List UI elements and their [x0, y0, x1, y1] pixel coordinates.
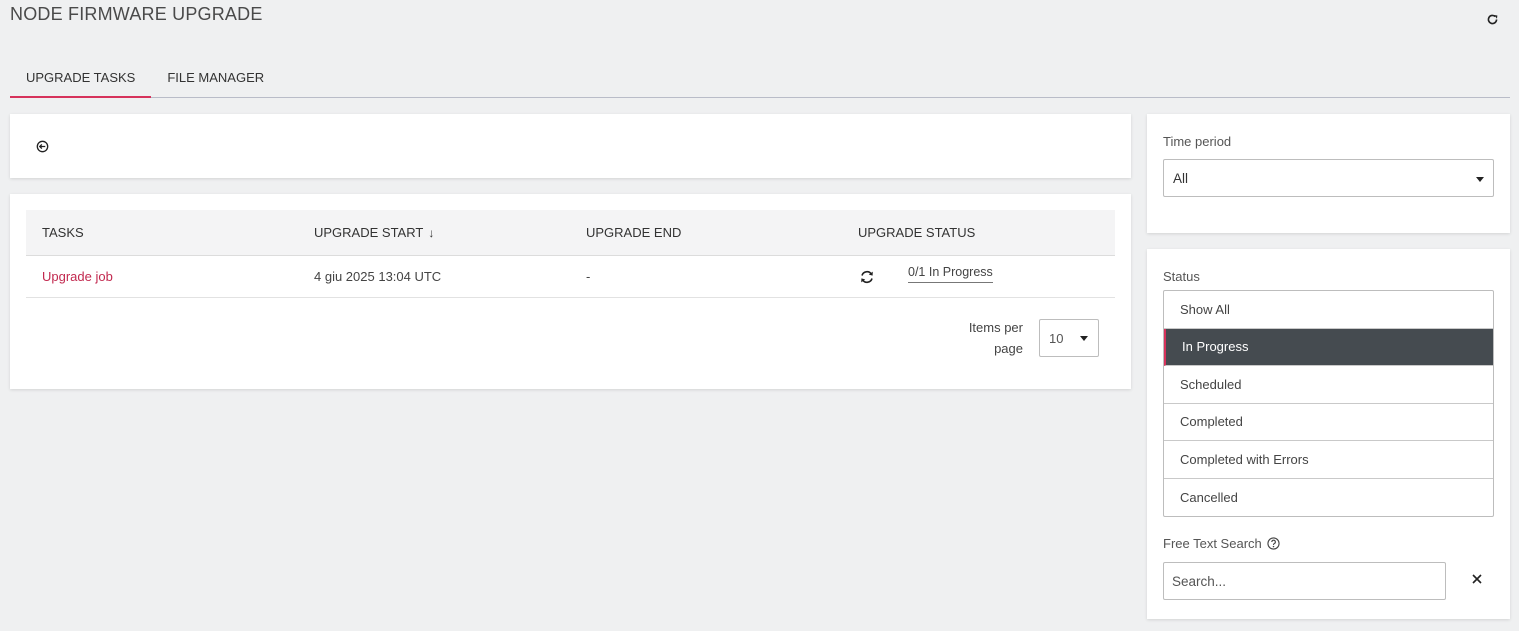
upgrade-status-text[interactable]: 0/1 In Progress [908, 265, 993, 283]
column-header-label: UPGRADE START [314, 224, 424, 240]
table-row: Upgrade job 4 giu 2025 13:04 UTC - 0/1 I… [26, 256, 1115, 298]
items-per-page-select[interactable]: 10 [1039, 319, 1099, 357]
column-header-upgrade-start[interactable]: UPGRADE START ↓ [298, 210, 570, 255]
items-per-page-label: Items per page [953, 317, 1023, 359]
items-per-page-value: 10 [1049, 330, 1064, 346]
collapse-icon [36, 140, 48, 152]
status-option-completed[interactable]: Completed [1164, 404, 1493, 441]
column-header-tasks[interactable]: TASKS [26, 210, 298, 255]
help-circle-icon[interactable] [1267, 537, 1281, 551]
time-period-value: All [1173, 170, 1189, 186]
task-link[interactable]: Upgrade job [42, 269, 113, 284]
pagination: Items per page 10 [953, 317, 1099, 359]
page-title: NODE FIRMWARE UPGRADE [10, 4, 263, 24]
refresh-button[interactable] [1484, 11, 1500, 27]
clear-search-button[interactable] [1469, 571, 1485, 587]
search-input[interactable] [1163, 562, 1446, 600]
search-label: Free Text Search [1163, 536, 1262, 551]
tasks-table-panel: TASKS UPGRADE START ↓ UPGRADE END UPGRAD… [10, 194, 1131, 389]
tasks-table: TASKS UPGRADE START ↓ UPGRADE END UPGRAD… [26, 210, 1115, 298]
upgrade-end-cell: - [586, 269, 591, 284]
collapse-button[interactable] [34, 138, 50, 154]
status-option-in-progress[interactable]: In Progress [1164, 328, 1493, 366]
status-label: Status [1163, 269, 1200, 284]
status-list: Show All In Progress Scheduled Completed… [1163, 290, 1494, 517]
column-header-upgrade-end[interactable]: UPGRADE END [570, 210, 842, 255]
status-option-cancelled[interactable]: Cancelled [1164, 479, 1493, 517]
tab-bar: UPGRADE TASKS FILE MANAGER [10, 60, 1510, 98]
items-per-page-label-line2: page [994, 341, 1023, 356]
time-period-panel: Time period All [1147, 114, 1510, 233]
sort-down-icon: ↓ [428, 225, 435, 240]
status-filter-panel: Status Show All In Progress Scheduled Co… [1147, 249, 1510, 619]
items-per-page-label-line1: Items per [968, 320, 1023, 335]
search-label-row: Free Text Search [1163, 536, 1281, 551]
column-header-upgrade-status[interactable]: UPGRADE STATUS [842, 210, 1115, 255]
status-option-show-all[interactable]: Show All [1164, 291, 1493, 329]
status-option-completed-with-errors[interactable]: Completed with Errors [1164, 441, 1493, 479]
tab-file-manager[interactable]: FILE MANAGER [151, 60, 280, 98]
table-header: TASKS UPGRADE START ↓ UPGRADE END UPGRAD… [26, 210, 1115, 256]
toolbar-panel [10, 114, 1131, 178]
time-period-label: Time period [1163, 134, 1232, 149]
tab-upgrade-tasks[interactable]: UPGRADE TASKS [10, 60, 152, 98]
upgrade-start-cell: 4 giu 2025 13:04 UTC [314, 269, 442, 284]
chevron-down-icon [1080, 336, 1088, 341]
sync-icon[interactable] [858, 268, 876, 286]
chevron-down-icon [1476, 177, 1484, 182]
refresh-icon [1487, 14, 1497, 24]
time-period-select[interactable]: All [1163, 159, 1494, 197]
status-option-scheduled[interactable]: Scheduled [1164, 366, 1493, 404]
close-icon [1472, 574, 1482, 584]
